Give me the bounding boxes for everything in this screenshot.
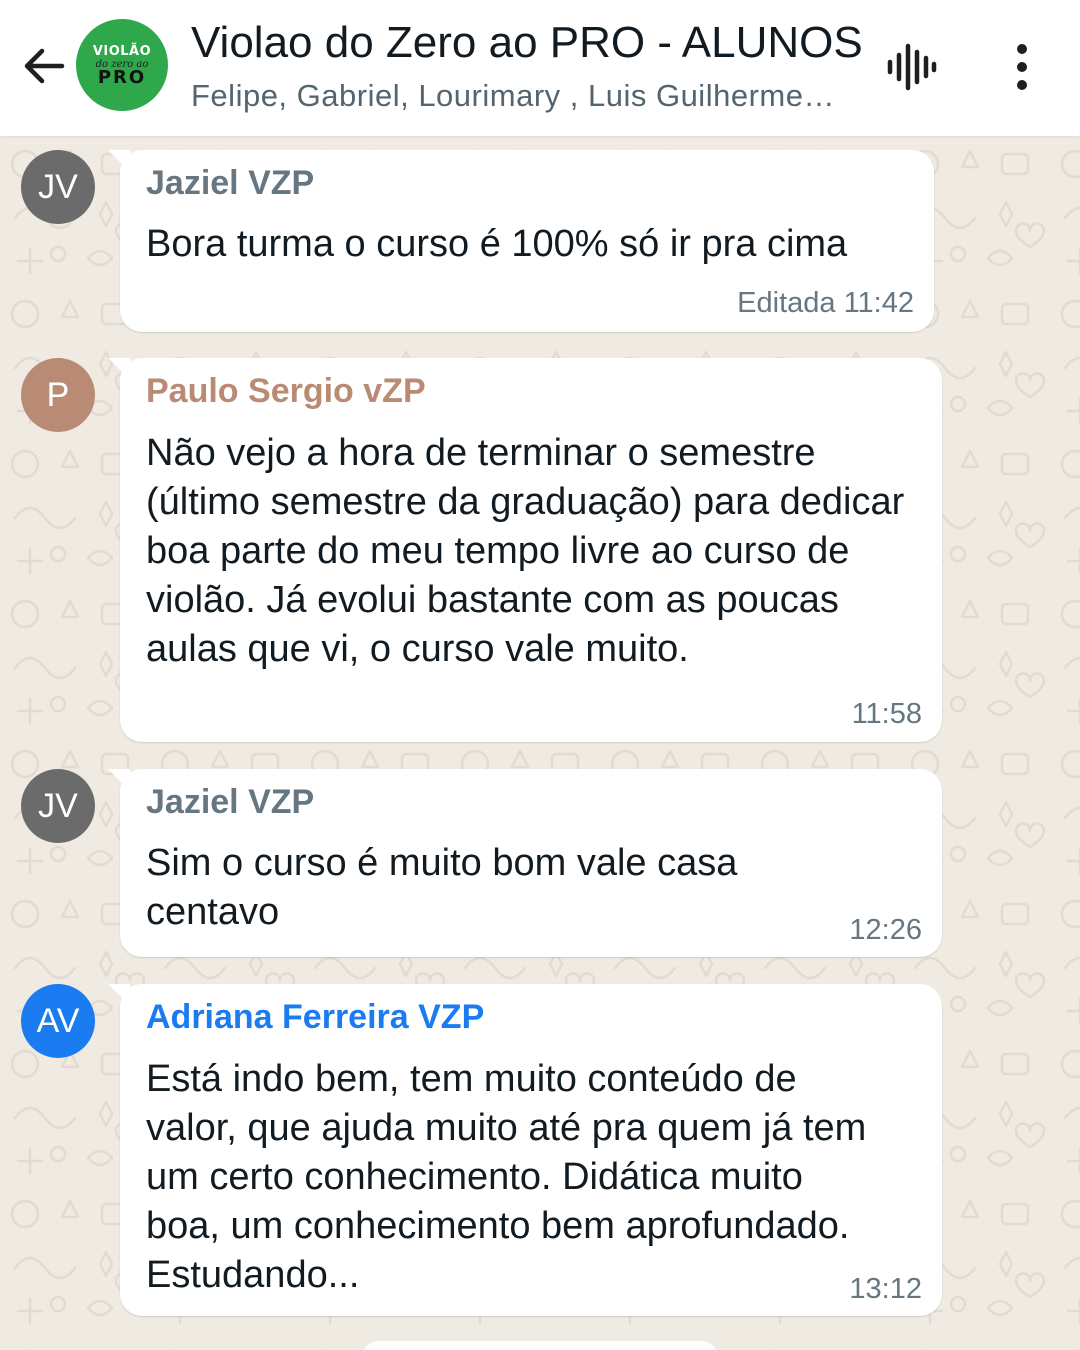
message-bubble[interactable]: Jaziel VZP Bora turma o curso é 100% só …: [108, 150, 934, 332]
message-timestamp: Editada 11:42: [737, 287, 914, 319]
sender-avatar[interactable]: P: [21, 358, 95, 432]
sender-avatar[interactable]: AV: [21, 984, 95, 1058]
message-timestamp: 12:26: [849, 914, 922, 946]
chat-area[interactable]: JV Jaziel VZP Bora turma o curso é 100% …: [0, 136, 1080, 1350]
sender-name[interactable]: Jaziel VZP: [146, 164, 314, 203]
sender-name[interactable]: Jaziel VZP: [146, 783, 314, 822]
message-bubble[interactable]: Adriana Ferreira VZP Está indo bem, tem …: [108, 984, 942, 1316]
sender-name[interactable]: Paulo Sergio vZP: [146, 372, 426, 411]
sender-name[interactable]: Adriana Ferreira VZP: [146, 998, 484, 1037]
bubble-tail: [108, 358, 130, 380]
back-button[interactable]: [18, 40, 70, 92]
more-options-button[interactable]: [998, 40, 1046, 94]
next-message-bubble[interactable]: [360, 1341, 720, 1350]
message-timestamp: 11:58: [851, 698, 922, 730]
chat-header: VIOLÃO do zero ao PRO Violao do Zero ao …: [0, 0, 1080, 136]
message-timestamp: 13:12: [849, 1273, 922, 1305]
bubble-tail: [108, 984, 130, 1006]
bubble-tail: [108, 150, 130, 172]
message-bubble[interactable]: Paulo Sergio vZP Não vejo a hora de term…: [108, 358, 942, 742]
message-text: Sim o curso é muito bom vale casa centav…: [146, 842, 738, 933]
message-bubble[interactable]: Jaziel VZP Sim o curso é muito bom vale …: [108, 769, 942, 957]
message-text: Está indo bem, tem muito conteúdo de val…: [146, 1058, 867, 1296]
arrow-left-icon: [24, 48, 65, 84]
bubble-tail: [108, 769, 130, 791]
more-vertical-icon: [1017, 44, 1027, 90]
group-avatar[interactable]: VIOLÃO do zero ao PRO: [76, 19, 168, 111]
message-text: Não vejo a hora de terminar o semestre (…: [146, 432, 905, 670]
sender-avatar[interactable]: JV: [21, 769, 95, 843]
logo-text-top: VIOLÃO: [92, 44, 152, 59]
message-text: Bora turma o curso é 100% só ir pra cima: [146, 223, 848, 265]
group-members[interactable]: Felipe, Gabriel, Lourimary , Luis Guilhe…: [191, 78, 836, 114]
voice-chat-button[interactable]: [884, 40, 938, 94]
sender-avatar[interactable]: JV: [21, 150, 95, 224]
logo-text-bottom: PRO: [97, 67, 147, 88]
group-title[interactable]: Violao do Zero ao PRO - ALUNOS: [191, 18, 871, 68]
voice-chat-waveform-icon: [887, 43, 937, 91]
